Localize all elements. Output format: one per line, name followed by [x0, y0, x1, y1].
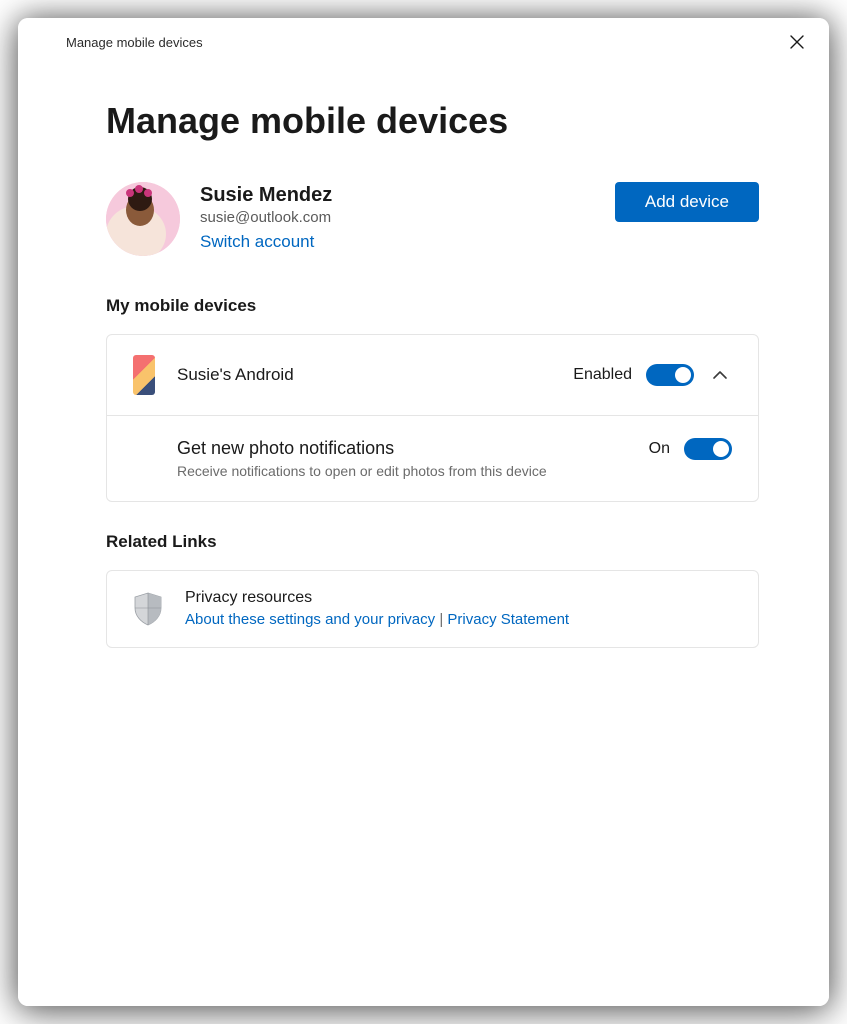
add-device-button[interactable]: Add device — [615, 182, 759, 222]
user-name: Susie Mendez — [200, 184, 332, 207]
account-row: Susie Mendez susie@outlook.com Switch ac… — [106, 182, 759, 256]
device-name: Susie's Android — [177, 365, 551, 385]
page-title: Manage mobile devices — [106, 100, 759, 142]
privacy-row: Privacy resources About these settings a… — [107, 571, 758, 647]
setting-description: Receive notifications to open or edit ph… — [177, 463, 597, 479]
privacy-title: Privacy resources — [185, 589, 732, 607]
avatar — [106, 182, 180, 256]
window-title: Manage mobile devices — [66, 35, 203, 50]
related-section-heading: Related Links — [106, 532, 759, 552]
close-icon — [790, 35, 804, 49]
device-status-label: Enabled — [573, 366, 632, 384]
phone-icon — [133, 355, 155, 395]
devices-card: Susie's Android Enabled Get new photo no… — [106, 334, 759, 502]
close-button[interactable] — [783, 28, 811, 56]
link-separator: | — [435, 611, 447, 628]
about-settings-link[interactable]: About these settings and your privacy — [185, 611, 435, 628]
shield-icon — [133, 592, 163, 626]
titlebar: Manage mobile devices — [18, 18, 829, 60]
user-email: susie@outlook.com — [200, 209, 332, 226]
privacy-statement-link[interactable]: Privacy Statement — [447, 611, 569, 628]
photo-notifications-toggle[interactable] — [684, 438, 732, 460]
chevron-up-icon — [712, 367, 728, 383]
device-row[interactable]: Susie's Android Enabled — [107, 335, 758, 415]
device-enable-toggle[interactable] — [646, 364, 694, 386]
setting-title: Get new photo notifications — [177, 438, 627, 459]
switch-account-link[interactable]: Switch account — [200, 232, 314, 252]
setting-status-label: On — [649, 440, 670, 458]
related-links-card: Privacy resources About these settings a… — [106, 570, 759, 648]
collapse-button[interactable] — [708, 363, 732, 387]
device-setting-row: Get new photo notifications Receive noti… — [107, 415, 758, 501]
devices-section-heading: My mobile devices — [106, 296, 759, 316]
